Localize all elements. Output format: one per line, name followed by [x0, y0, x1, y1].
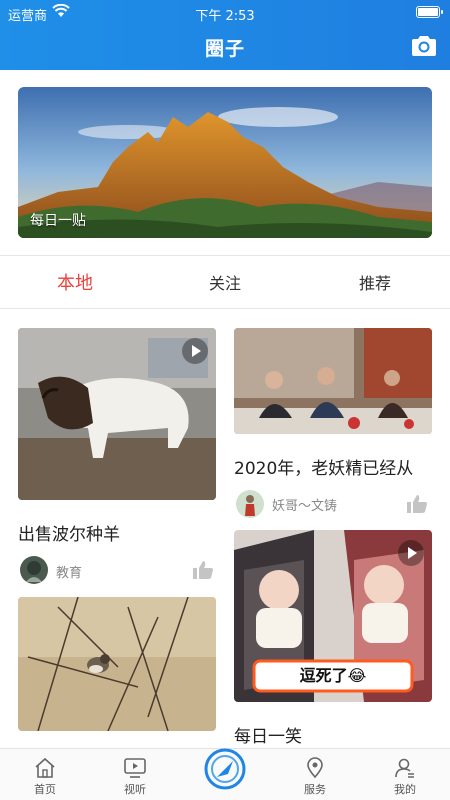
nav-media-label: 视听 — [124, 783, 146, 796]
bird-image — [18, 597, 216, 731]
tab-following[interactable]: 关注 — [150, 256, 300, 308]
post-card-dinner[interactable]: 2020年，老妖精已经从 妖哥～文铸 — [234, 328, 432, 520]
app-screen: 运营商 下午 2:53 圈子 每日一贴 本地 关注 推荐 出售波尔种羊 教育 2… — [0, 0, 450, 800]
post-author: 教育 — [56, 566, 83, 581]
camera-icon[interactable] — [410, 34, 438, 58]
avatar[interactable] — [236, 490, 264, 518]
location-pin-icon — [307, 757, 323, 779]
nav-services[interactable]: 服务 — [270, 749, 360, 800]
nav-services-label: 服务 — [304, 783, 326, 796]
bottom-tab-bar: 首页 视听 服务 我的 — [0, 748, 450, 800]
status-bar: 运营商 下午 2:53 — [0, 2, 450, 24]
dinner-image — [234, 328, 432, 434]
post-card-baby[interactable]: 逗死了😂 每日一笑 — [234, 530, 432, 747]
home-icon — [35, 757, 55, 778]
user-icon — [395, 758, 414, 778]
nav-profile-label: 我的 — [394, 783, 416, 796]
battery-icon — [416, 6, 443, 18]
play-icon[interactable] — [398, 540, 424, 566]
goat-image — [18, 328, 216, 500]
nav-home[interactable]: 首页 — [0, 749, 90, 800]
post-author: 妖哥～文铸 — [272, 499, 338, 514]
nav-media[interactable]: 视听 — [90, 749, 180, 800]
thumbs-up-icon[interactable] — [406, 494, 428, 514]
play-icon[interactable] — [182, 338, 208, 364]
post-card-goat[interactable]: 出售波尔种羊 教育 — [18, 328, 216, 588]
feed-tabs: 本地 关注 推荐 — [0, 255, 450, 309]
baby-image: 逗死了😂 — [234, 530, 432, 702]
post-title: 每日一笑 — [234, 727, 302, 747]
status-time: 下午 2:53 — [195, 9, 255, 24]
post-card-bird[interactable] — [18, 597, 216, 731]
nav-home-label: 首页 — [34, 783, 56, 796]
page-title: 圈子 — [204, 38, 245, 60]
banner-label: 每日一贴 — [30, 213, 86, 229]
daily-post-banner[interactable]: 每日一贴 — [18, 87, 432, 238]
thumbs-up-icon[interactable] — [192, 560, 214, 580]
tab-recommended[interactable]: 推荐 — [300, 256, 450, 308]
tv-icon — [124, 758, 146, 778]
nav-circle[interactable] — [180, 748, 270, 800]
post-title: 出售波尔种羊 — [18, 525, 120, 545]
avatar[interactable] — [20, 556, 48, 584]
circle-compass-icon — [204, 748, 246, 790]
tab-local[interactable]: 本地 — [0, 256, 150, 308]
video-caption: 逗死了😂 — [299, 666, 367, 685]
nav-profile[interactable]: 我的 — [360, 749, 450, 800]
post-title: 2020年，老妖精已经从 — [234, 459, 414, 479]
header-bar: 运营商 下午 2:53 圈子 — [0, 0, 450, 70]
